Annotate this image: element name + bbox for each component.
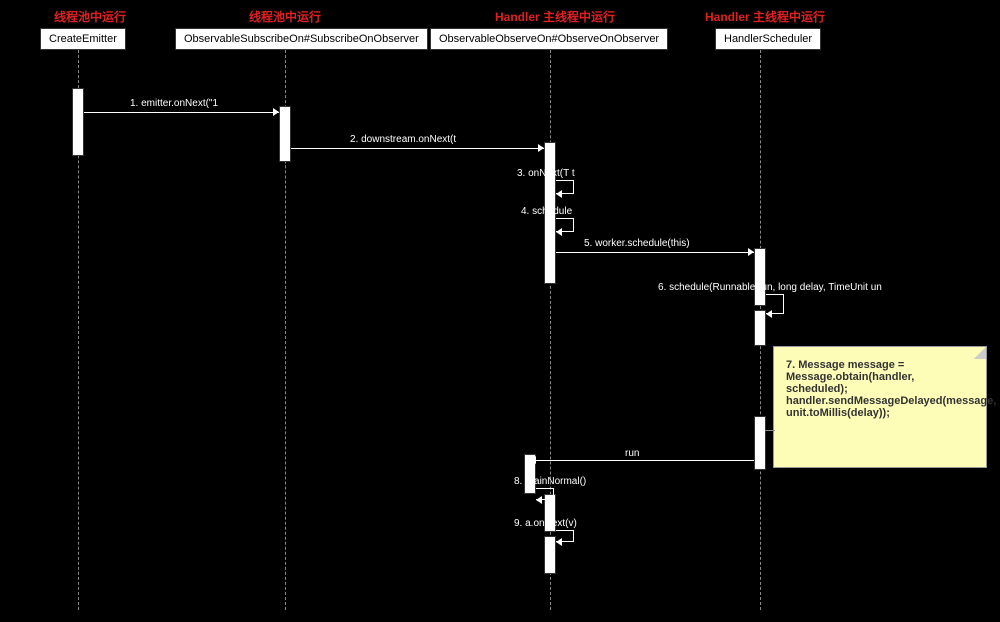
activation-emitter — [72, 88, 84, 156]
msg-2-head — [538, 144, 544, 152]
msg-7-label: run — [625, 448, 639, 459]
msg-5-label: 5. worker.schedule(this) — [584, 238, 690, 249]
msg-4-head — [556, 228, 562, 236]
msg-6-label: 6. schedule(Runnable run, long delay, Ti… — [658, 282, 882, 293]
activation-handler-1 — [754, 248, 766, 306]
msg-5-head — [748, 248, 754, 256]
msg-1-arrow — [84, 112, 279, 113]
msg-3-label: 3. onNext(T t — [517, 168, 575, 179]
note-message-code: 7. Message message = Message.obtain(hand… — [773, 346, 987, 468]
msg-2-label: 2. downstream.onNext(t — [350, 134, 456, 145]
note-line-2: Message.obtain(handler, scheduled); — [786, 371, 974, 395]
msg-7-head — [530, 456, 536, 464]
msg-2-arrow — [291, 148, 544, 149]
msg-8-head — [536, 496, 542, 504]
note-line-4: unit.toMillis(delay)); — [786, 407, 974, 419]
msg-8-label: 8. drainNormal() — [514, 476, 586, 487]
note-line-3: handler.sendMessageDelayed(message, — [786, 395, 974, 407]
msg-9-label: 9. a.onNext(v) — [514, 518, 577, 529]
msg-3-head — [556, 190, 562, 198]
activation-handler-3 — [754, 416, 766, 470]
lifeline-create-emitter: CreateEmitter — [40, 28, 126, 50]
activation-subscribe — [279, 106, 291, 162]
msg-6-head — [766, 310, 772, 318]
lifeline-handler-scheduler: HandlerScheduler — [715, 28, 821, 50]
msg-1-head — [273, 108, 279, 116]
lifeline-subscribe-on-observer: ObservableSubscribeOn#SubscribeOnObserve… — [175, 28, 428, 50]
activation-handler-2 — [754, 310, 766, 346]
note-line-1: 7. Message message = — [786, 359, 974, 371]
lifeline-observe-on-observer: ObservableObserveOn#ObserveOnObserver — [430, 28, 668, 50]
header-threadpool-2: 线程池中运行 — [245, 8, 325, 25]
msg-9-head — [556, 538, 562, 546]
header-handler-main-2: Handler 主线程中运行 — [700, 8, 830, 25]
msg-4-label: 4. schedule — [521, 206, 572, 217]
msg-5-arrow — [556, 252, 754, 253]
activation-observe-onnext — [544, 536, 556, 574]
note-connector — [765, 430, 775, 431]
header-handler-main-1: Handler 主线程中运行 — [490, 8, 620, 25]
msg-7-arrow — [536, 460, 754, 461]
header-threadpool-1: 线程池中运行 — [50, 8, 130, 25]
msg-1-label: 1. emitter.onNext("1 — [130, 98, 218, 109]
